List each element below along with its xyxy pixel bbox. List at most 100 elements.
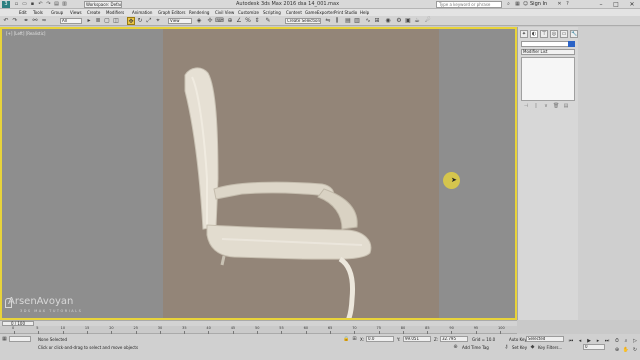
y-coordinate-field[interactable]: 99.051 [403,336,431,342]
menu-graph-editors[interactable]: Graph Editors [158,9,185,16]
make-unique-icon[interactable]: ∨ [543,103,549,109]
time-tag-icon[interactable]: ⊕ [452,344,459,351]
select-object-icon[interactable]: ▸ [85,17,93,25]
add-time-tag[interactable]: Add Time Tag [462,345,489,350]
absolute-mode-icon[interactable]: ⊞ [351,336,358,343]
link-icon[interactable]: ⚭ [22,17,30,25]
sign-in-link[interactable]: Sign In [530,1,547,8]
modifier-list-select[interactable]: Modifier List [521,49,575,55]
redo-icon[interactable]: ↷ [11,17,19,25]
undo-icon[interactable]: ↶ [37,1,44,8]
lock-selection-icon[interactable]: 🔒 [343,336,350,343]
material-editor-icon[interactable]: ◉ [384,17,392,25]
object-color-swatch[interactable] [568,41,575,47]
show-end-result-icon[interactable]: ǀ [533,103,539,109]
menu-create[interactable]: Create [87,9,100,16]
menu-rendering[interactable]: Rendering [189,9,209,16]
maximize-button[interactable]: □ [609,0,623,9]
object-name-field[interactable] [521,41,575,47]
menu-help[interactable]: Help [360,9,369,16]
select-and-manipulate-icon[interactable]: ✢ [206,17,214,25]
next-frame-icon[interactable]: ▸ [594,337,602,345]
render-setup-icon[interactable]: ⚙ [395,17,403,25]
bind-space-warp-icon[interactable]: ≈ [40,17,48,25]
help-icon[interactable]: ? [564,1,571,8]
set-key-icon[interactable]: ⚷ [503,344,510,351]
auto-key-button[interactable]: Auto Key [509,337,527,342]
redo-icon[interactable]: ↷ [45,1,52,8]
maxscript-listener-icon[interactable]: ▦ [1,336,8,343]
select-and-move-icon[interactable]: ✥ [127,17,135,25]
modifier-stack[interactable] [521,57,575,101]
select-and-rotate-icon[interactable]: ↻ [136,17,144,25]
key-selection-select[interactable]: Selected [526,336,564,342]
menu-customize[interactable]: Customize [238,9,259,16]
selection-filter-select[interactable]: All [60,18,82,24]
mirror-icon[interactable]: ⇋ [324,17,332,25]
menu-modifiers[interactable]: Modifiers [106,9,124,16]
go-to-start-icon[interactable]: ⏮ [567,337,575,345]
render-iterative-icon[interactable]: ☄ [424,17,432,25]
undo-icon[interactable]: ↶ [2,17,10,25]
viewport-left[interactable]: [+] [Left] [Realistic] ➤ ArsenAvoyan 3DS… [0,27,517,320]
set-key-button[interactable]: Set Key [512,345,527,350]
exchange-icon[interactable]: ✕ [556,1,563,8]
save-icon[interactable]: ▪ [29,1,36,8]
pin-stack-icon[interactable]: ⊣ [523,103,529,109]
pan-view-icon[interactable]: ✋ [622,346,630,354]
time-config-icon[interactable]: ⏱ [613,337,621,345]
render-production-icon[interactable]: ☕ [413,17,421,25]
select-and-place-icon[interactable]: ⌖ [154,17,162,25]
field-of-view-icon[interactable]: ▷ [631,337,639,345]
remove-modifier-icon[interactable]: 🗑 [553,103,559,109]
region-select-icon[interactable]: ▢ [103,17,111,25]
minimize-button[interactable]: – [594,0,608,9]
layer-explorer-icon[interactable]: ▤ [344,17,352,25]
pivot-center-icon[interactable]: ◈ [195,17,203,25]
keyboard-shortcut-icon[interactable]: ⌨ [215,17,224,25]
key-filters-button[interactable]: Key Filters... [538,345,562,350]
modify-tab-icon[interactable]: ◐ [530,30,538,38]
percent-snap-icon[interactable]: % [244,17,252,25]
rendered-frame-window-icon[interactable]: ▣ [404,17,412,25]
workspace-select[interactable]: Workspace: Default [84,1,122,8]
toggle-ribbon-icon[interactable]: ▥ [353,17,361,25]
motion-tab-icon[interactable]: ◎ [550,30,558,38]
new-file-icon[interactable]: ▫ [13,1,20,8]
menu-print-studio[interactable]: Print Studio [334,9,357,16]
menu-gameexporter[interactable]: GameExporter [305,9,334,16]
align-icon[interactable]: ⫼ [333,17,341,25]
window-crossing-icon[interactable]: ◫ [112,17,120,25]
z-coordinate-field[interactable]: 32.795 [440,336,468,342]
orbit-icon[interactable]: ↻ [631,346,639,354]
app-menu-icon[interactable]: 3 [2,1,10,8]
project-folder-icon[interactable]: ▤ [53,1,60,8]
display-tab-icon[interactable]: ▭ [560,30,568,38]
menu-content[interactable]: Content [286,9,302,16]
named-selection-set-select[interactable]: Create Selection Se [285,18,321,24]
spinner-snap-icon[interactable]: ⇕ [253,17,261,25]
x-coordinate-field[interactable]: 0.0 [366,336,394,342]
close-button[interactable]: ✕ [625,0,639,9]
menu-animation[interactable]: Animation [132,9,152,16]
zoom-extents-icon[interactable]: ⊕ [613,346,621,354]
previous-frame-icon[interactable]: ◂ [576,337,584,345]
play-icon[interactable]: ▶ [585,337,593,345]
select-by-name-icon[interactable]: ≣ [94,17,102,25]
key-mode-icon[interactable]: ◆ [529,344,536,351]
snaps-toggle-icon[interactable]: ⊕ [226,17,234,25]
open-file-icon[interactable]: ▭ [21,1,28,8]
curve-editor-icon[interactable]: ∿ [364,17,372,25]
go-to-end-icon[interactable]: ⏭ [603,337,611,345]
utilities-tab-icon[interactable]: 🔧 [570,30,578,38]
trackbar[interactable]: 0 5 10 15 20 25 30 35 40 45 50 55 60 65 70 75 80 85 90 95 10… [0,326,517,334]
user-icon[interactable]: ☺ [522,1,529,8]
menu-tools[interactable]: Tools [33,9,43,16]
infocenter-icon[interactable]: ▦ [514,1,521,8]
search-icon[interactable]: ⌕ [505,1,512,8]
menu-views[interactable]: Views [70,9,82,16]
search-input[interactable]: Type a keyword or phrase [436,1,502,8]
configure-sets-icon[interactable]: ▤ [563,103,569,109]
edit-named-selection-icon[interactable]: ✎ [264,17,272,25]
menu-civil-view[interactable]: Civil View [215,9,234,16]
